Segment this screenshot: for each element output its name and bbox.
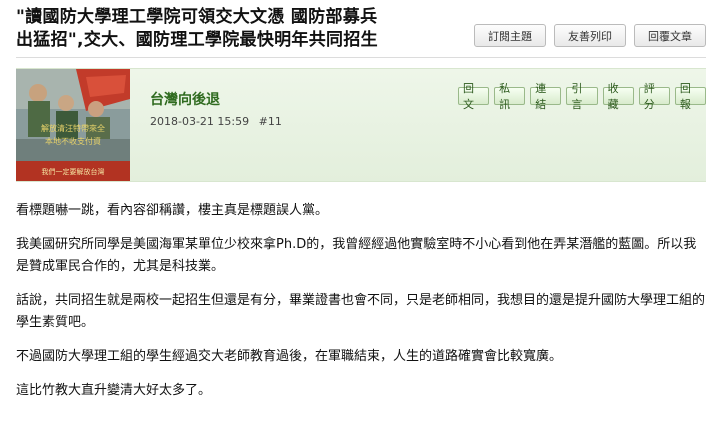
subscribe-button[interactable]: 訂閱主題	[474, 24, 546, 47]
post-meta: 2018-03-21 15:59 #11	[150, 115, 288, 128]
post-actions: 回文 私訊 連結 引言 收藏 評分 回報	[458, 82, 706, 111]
avatar-banner: 我們一定要解放台灣	[42, 167, 105, 176]
avatar-caption-1: 解放清汪特帶來全	[41, 123, 105, 133]
thread-title-line-2: 出猛招",交大、國防理工學院最快明年共同招生	[16, 30, 378, 50]
thread-toolbar: 訂閱主題 友善列印 回覆文章	[474, 24, 706, 47]
post-floor[interactable]: #11	[259, 115, 282, 128]
author-name[interactable]: 台灣向後退	[150, 89, 220, 109]
post-paragraph: 看標題嚇一跳，看內容卻稱讚，樓主真是標題誤人黨。	[16, 203, 329, 218]
reply-thread-button[interactable]: 回覆文章	[634, 24, 706, 47]
quote-button[interactable]: 引言	[566, 82, 598, 111]
rate-button[interactable]: 評分	[638, 82, 670, 111]
thread-title: "讀國防大學理工學院可領交大文憑 國防部募兵 出猛招",交大、國防理工學院最快明…	[16, 6, 446, 52]
reply-button[interactable]: 回文	[458, 82, 490, 111]
post-paragraph: 這比竹教大直升變清大好太多了。	[16, 383, 212, 398]
avatar-caption-2: 本地不收支付資	[45, 136, 101, 146]
print-button[interactable]: 友善列印	[554, 24, 626, 47]
post-paragraph: 我美國研究所同學是美國海軍某單位少校來拿Ph.D的，我曾經經過他實驗室時不小心看…	[16, 237, 697, 274]
private-message-button[interactable]: 私訊	[494, 82, 526, 111]
post-paragraph: 不過國防大學理工組的學生經過交大老師教育過後，在軍職結束，人生的道路確實會比較寬…	[16, 349, 563, 364]
title-divider	[16, 57, 706, 58]
post-datetime: 2018-03-21 15:59	[150, 115, 250, 128]
avatar-propaganda-poster-image: 解放清汪特帶來全 本地不收支付資 我們一定要解放台灣	[16, 69, 130, 181]
bookmark-button[interactable]: 收藏	[602, 82, 634, 111]
post-content: 看標題嚇一跳，看內容卻稱讚，樓主真是標題誤人黨。 我美國研究所同學是美國海軍某單…	[16, 200, 706, 414]
thread-title-line-1: "讀國防大學理工學院可領交大文憑 國防部募兵	[16, 7, 378, 27]
avatar[interactable]: 解放清汪特帶來全 本地不收支付資 我們一定要解放台灣	[16, 69, 130, 181]
report-button[interactable]: 回報	[674, 82, 706, 111]
post-paragraph: 話說，共同招生就是兩校一起招生但還是有分，畢業證書也會不同，只是老師相同，我想目…	[16, 293, 706, 330]
link-button[interactable]: 連結	[530, 82, 562, 111]
post-header: 解放清汪特帶來全 本地不收支付資 我們一定要解放台灣 台灣向後退 2018-03…	[16, 68, 706, 182]
